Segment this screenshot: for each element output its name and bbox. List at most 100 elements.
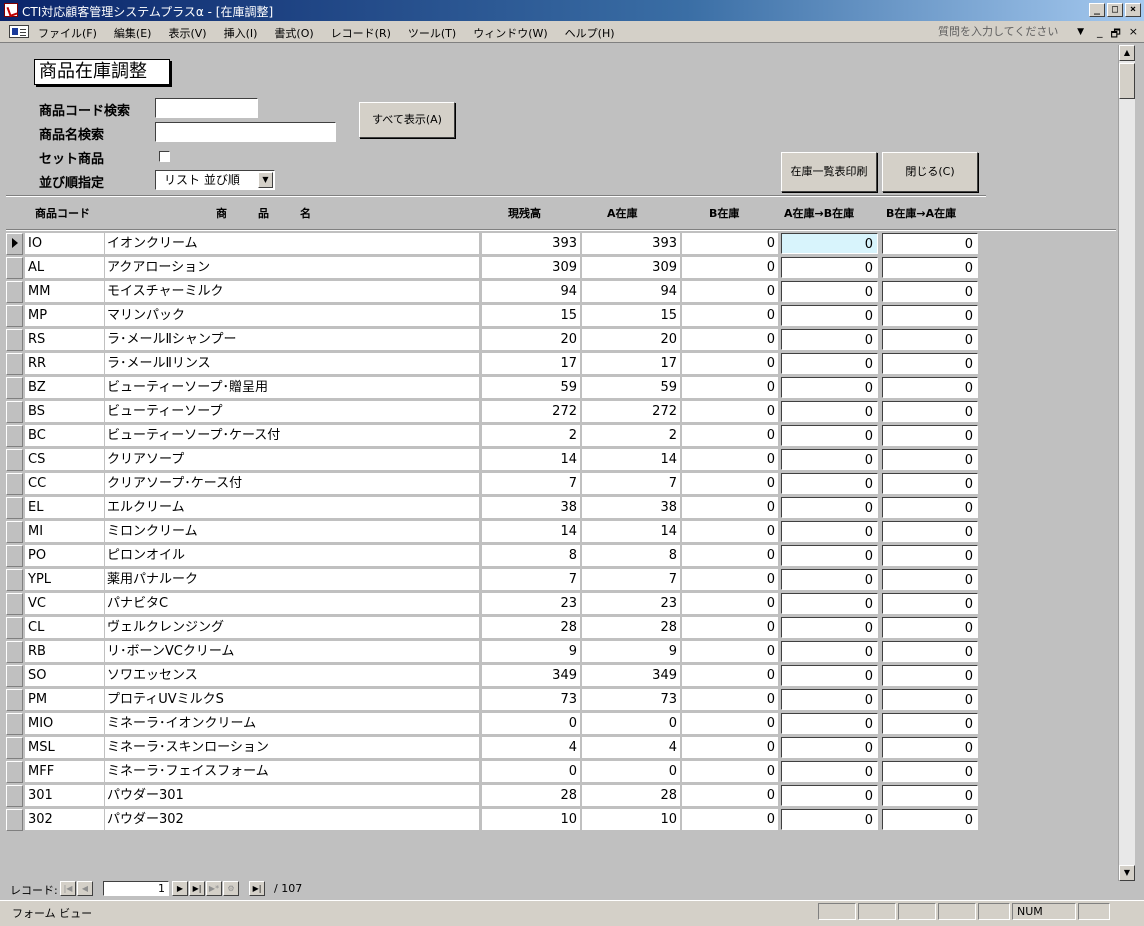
menu-item[interactable]: 表示(V) xyxy=(168,25,206,41)
stock-a-cell[interactable]: 7 xyxy=(582,569,680,590)
stock-b-cell[interactable]: 0 xyxy=(682,737,778,758)
first-record-icon[interactable]: |◀ xyxy=(60,881,76,896)
stock-b-cell[interactable]: 0 xyxy=(682,689,778,710)
record-selector[interactable] xyxy=(6,665,23,687)
b-to-a-input[interactable]: 0 xyxy=(882,521,978,542)
stock-b-cell[interactable]: 0 xyxy=(682,425,778,446)
b-to-a-input[interactable]: 0 xyxy=(882,281,978,302)
a-to-b-input[interactable]: 0 xyxy=(781,305,878,326)
current-stock-cell[interactable]: 20 xyxy=(482,329,580,350)
name-cell[interactable]: マリンパック xyxy=(105,305,479,326)
minimize-button[interactable]: _ xyxy=(1089,3,1105,17)
stock-a-cell[interactable]: 15 xyxy=(582,305,680,326)
name-cell[interactable]: クリアソープ xyxy=(105,449,479,470)
a-to-b-input[interactable]: 0 xyxy=(781,689,878,710)
code-cell[interactable]: IO xyxy=(25,233,104,254)
code-cell[interactable]: CC xyxy=(25,473,104,494)
stock-b-cell[interactable]: 0 xyxy=(682,545,778,566)
current-stock-cell[interactable]: 38 xyxy=(482,497,580,518)
stock-a-cell[interactable]: 309 xyxy=(582,257,680,278)
vertical-scrollbar[interactable]: ▲ ▼ xyxy=(1118,45,1135,881)
a-to-b-input[interactable]: 0 xyxy=(781,329,878,350)
record-selector[interactable] xyxy=(6,449,23,471)
current-stock-cell[interactable]: 28 xyxy=(482,785,580,806)
a-to-b-input[interactable]: 0 xyxy=(781,521,878,542)
name-cell[interactable]: リ･ボーンVCクリーム xyxy=(105,641,479,662)
b-to-a-input[interactable]: 0 xyxy=(882,569,978,590)
stock-b-cell[interactable]: 0 xyxy=(682,713,778,734)
name-cell[interactable]: ミネーラ･イオンクリーム xyxy=(105,713,479,734)
code-cell[interactable]: VC xyxy=(25,593,104,614)
record-selector[interactable] xyxy=(6,569,23,591)
code-cell[interactable]: MIO xyxy=(25,713,104,734)
next-record-icon[interactable]: ▶ xyxy=(172,881,188,896)
stock-a-cell[interactable]: 94 xyxy=(582,281,680,302)
stock-b-cell[interactable]: 0 xyxy=(682,377,778,398)
stock-a-cell[interactable]: 10 xyxy=(582,809,680,830)
stock-a-cell[interactable]: 14 xyxy=(582,521,680,542)
code-cell[interactable]: PO xyxy=(25,545,104,566)
code-cell[interactable]: 302 xyxy=(25,809,104,830)
a-to-b-input[interactable]: 0 xyxy=(781,737,878,758)
set-product-checkbox[interactable] xyxy=(159,151,170,162)
table-row[interactable]: MFF ミネーラ･フェイスフォーム 0 0 0 0 0 xyxy=(6,761,986,785)
table-row[interactable]: CS クリアソープ 14 14 0 0 0 xyxy=(6,449,986,473)
a-to-b-input[interactable]: 0 xyxy=(781,497,878,518)
stock-a-cell[interactable]: 0 xyxy=(582,713,680,734)
code-cell[interactable]: CL xyxy=(25,617,104,638)
stock-b-cell[interactable]: 0 xyxy=(682,785,778,806)
stock-a-cell[interactable]: 38 xyxy=(582,497,680,518)
stock-b-cell[interactable]: 0 xyxy=(682,233,778,254)
name-cell[interactable]: ミネーラ･スキンローション xyxy=(105,737,479,758)
record-selector[interactable] xyxy=(6,713,23,735)
b-to-a-input[interactable]: 0 xyxy=(882,593,978,614)
table-row[interactable]: RR ラ･メールⅡリンス 17 17 0 0 0 xyxy=(6,353,986,377)
a-to-b-input[interactable]: 0 xyxy=(781,785,878,806)
table-row[interactable]: SO ソワエッセンス 349 349 0 0 0 xyxy=(6,665,986,689)
current-stock-cell[interactable]: 7 xyxy=(482,473,580,494)
record-selector[interactable] xyxy=(6,473,23,495)
name-cell[interactable]: クリアソープ･ケース付 xyxy=(105,473,479,494)
record-selector[interactable] xyxy=(6,401,23,423)
stock-b-cell[interactable]: 0 xyxy=(682,401,778,422)
mdi-minimize-button[interactable]: _ xyxy=(1097,25,1103,44)
table-row[interactable]: IO イオンクリーム 393 393 0 0 0 xyxy=(6,233,986,257)
a-to-b-input[interactable]: 0 xyxy=(781,281,878,302)
table-row[interactable]: MIO ミネーラ･イオンクリーム 0 0 0 0 0 xyxy=(6,713,986,737)
stock-a-cell[interactable]: 272 xyxy=(582,401,680,422)
name-cell[interactable]: イオンクリーム xyxy=(105,233,479,254)
record-selector[interactable] xyxy=(6,689,23,711)
stock-a-cell[interactable]: 349 xyxy=(582,665,680,686)
stock-a-cell[interactable]: 393 xyxy=(582,233,680,254)
a-to-b-input[interactable]: 0 xyxy=(781,617,878,638)
menu-item[interactable]: ヘルプ(H) xyxy=(565,25,615,41)
table-row[interactable]: 301 パウダー301 28 28 0 0 0 xyxy=(6,785,986,809)
stock-b-cell[interactable]: 0 xyxy=(682,497,778,518)
b-to-a-input[interactable]: 0 xyxy=(882,713,978,734)
stock-b-cell[interactable]: 0 xyxy=(682,449,778,470)
stock-b-cell[interactable]: 0 xyxy=(682,641,778,662)
mdi-close-button[interactable]: × xyxy=(1129,25,1138,44)
code-search-input[interactable] xyxy=(155,98,258,118)
stock-b-cell[interactable]: 0 xyxy=(682,617,778,638)
menu-item[interactable]: 挿入(I) xyxy=(224,25,258,41)
name-cell[interactable]: アクアローション xyxy=(105,257,479,278)
table-row[interactable]: CL ヴェルクレンジング 28 28 0 0 0 xyxy=(6,617,986,641)
record-selector[interactable] xyxy=(6,521,23,543)
current-stock-cell[interactable]: 9 xyxy=(482,641,580,662)
stock-a-cell[interactable]: 59 xyxy=(582,377,680,398)
table-row[interactable]: EL エルクリーム 38 38 0 0 0 xyxy=(6,497,986,521)
stock-a-cell[interactable]: 17 xyxy=(582,353,680,374)
stock-b-cell[interactable]: 0 xyxy=(682,353,778,374)
scroll-thumb[interactable] xyxy=(1119,63,1135,99)
a-to-b-input[interactable]: 0 xyxy=(781,569,878,590)
current-stock-cell[interactable]: 309 xyxy=(482,257,580,278)
stock-a-cell[interactable]: 28 xyxy=(582,785,680,806)
a-to-b-input[interactable]: 0 xyxy=(781,809,878,830)
name-cell[interactable]: ラ･メールⅡシャンプー xyxy=(105,329,479,350)
record-selector[interactable] xyxy=(6,785,23,807)
stock-b-cell[interactable]: 0 xyxy=(682,521,778,542)
record-selector[interactable] xyxy=(6,281,23,303)
close-window-button[interactable]: × xyxy=(1125,3,1141,17)
record-selector[interactable] xyxy=(6,641,23,663)
